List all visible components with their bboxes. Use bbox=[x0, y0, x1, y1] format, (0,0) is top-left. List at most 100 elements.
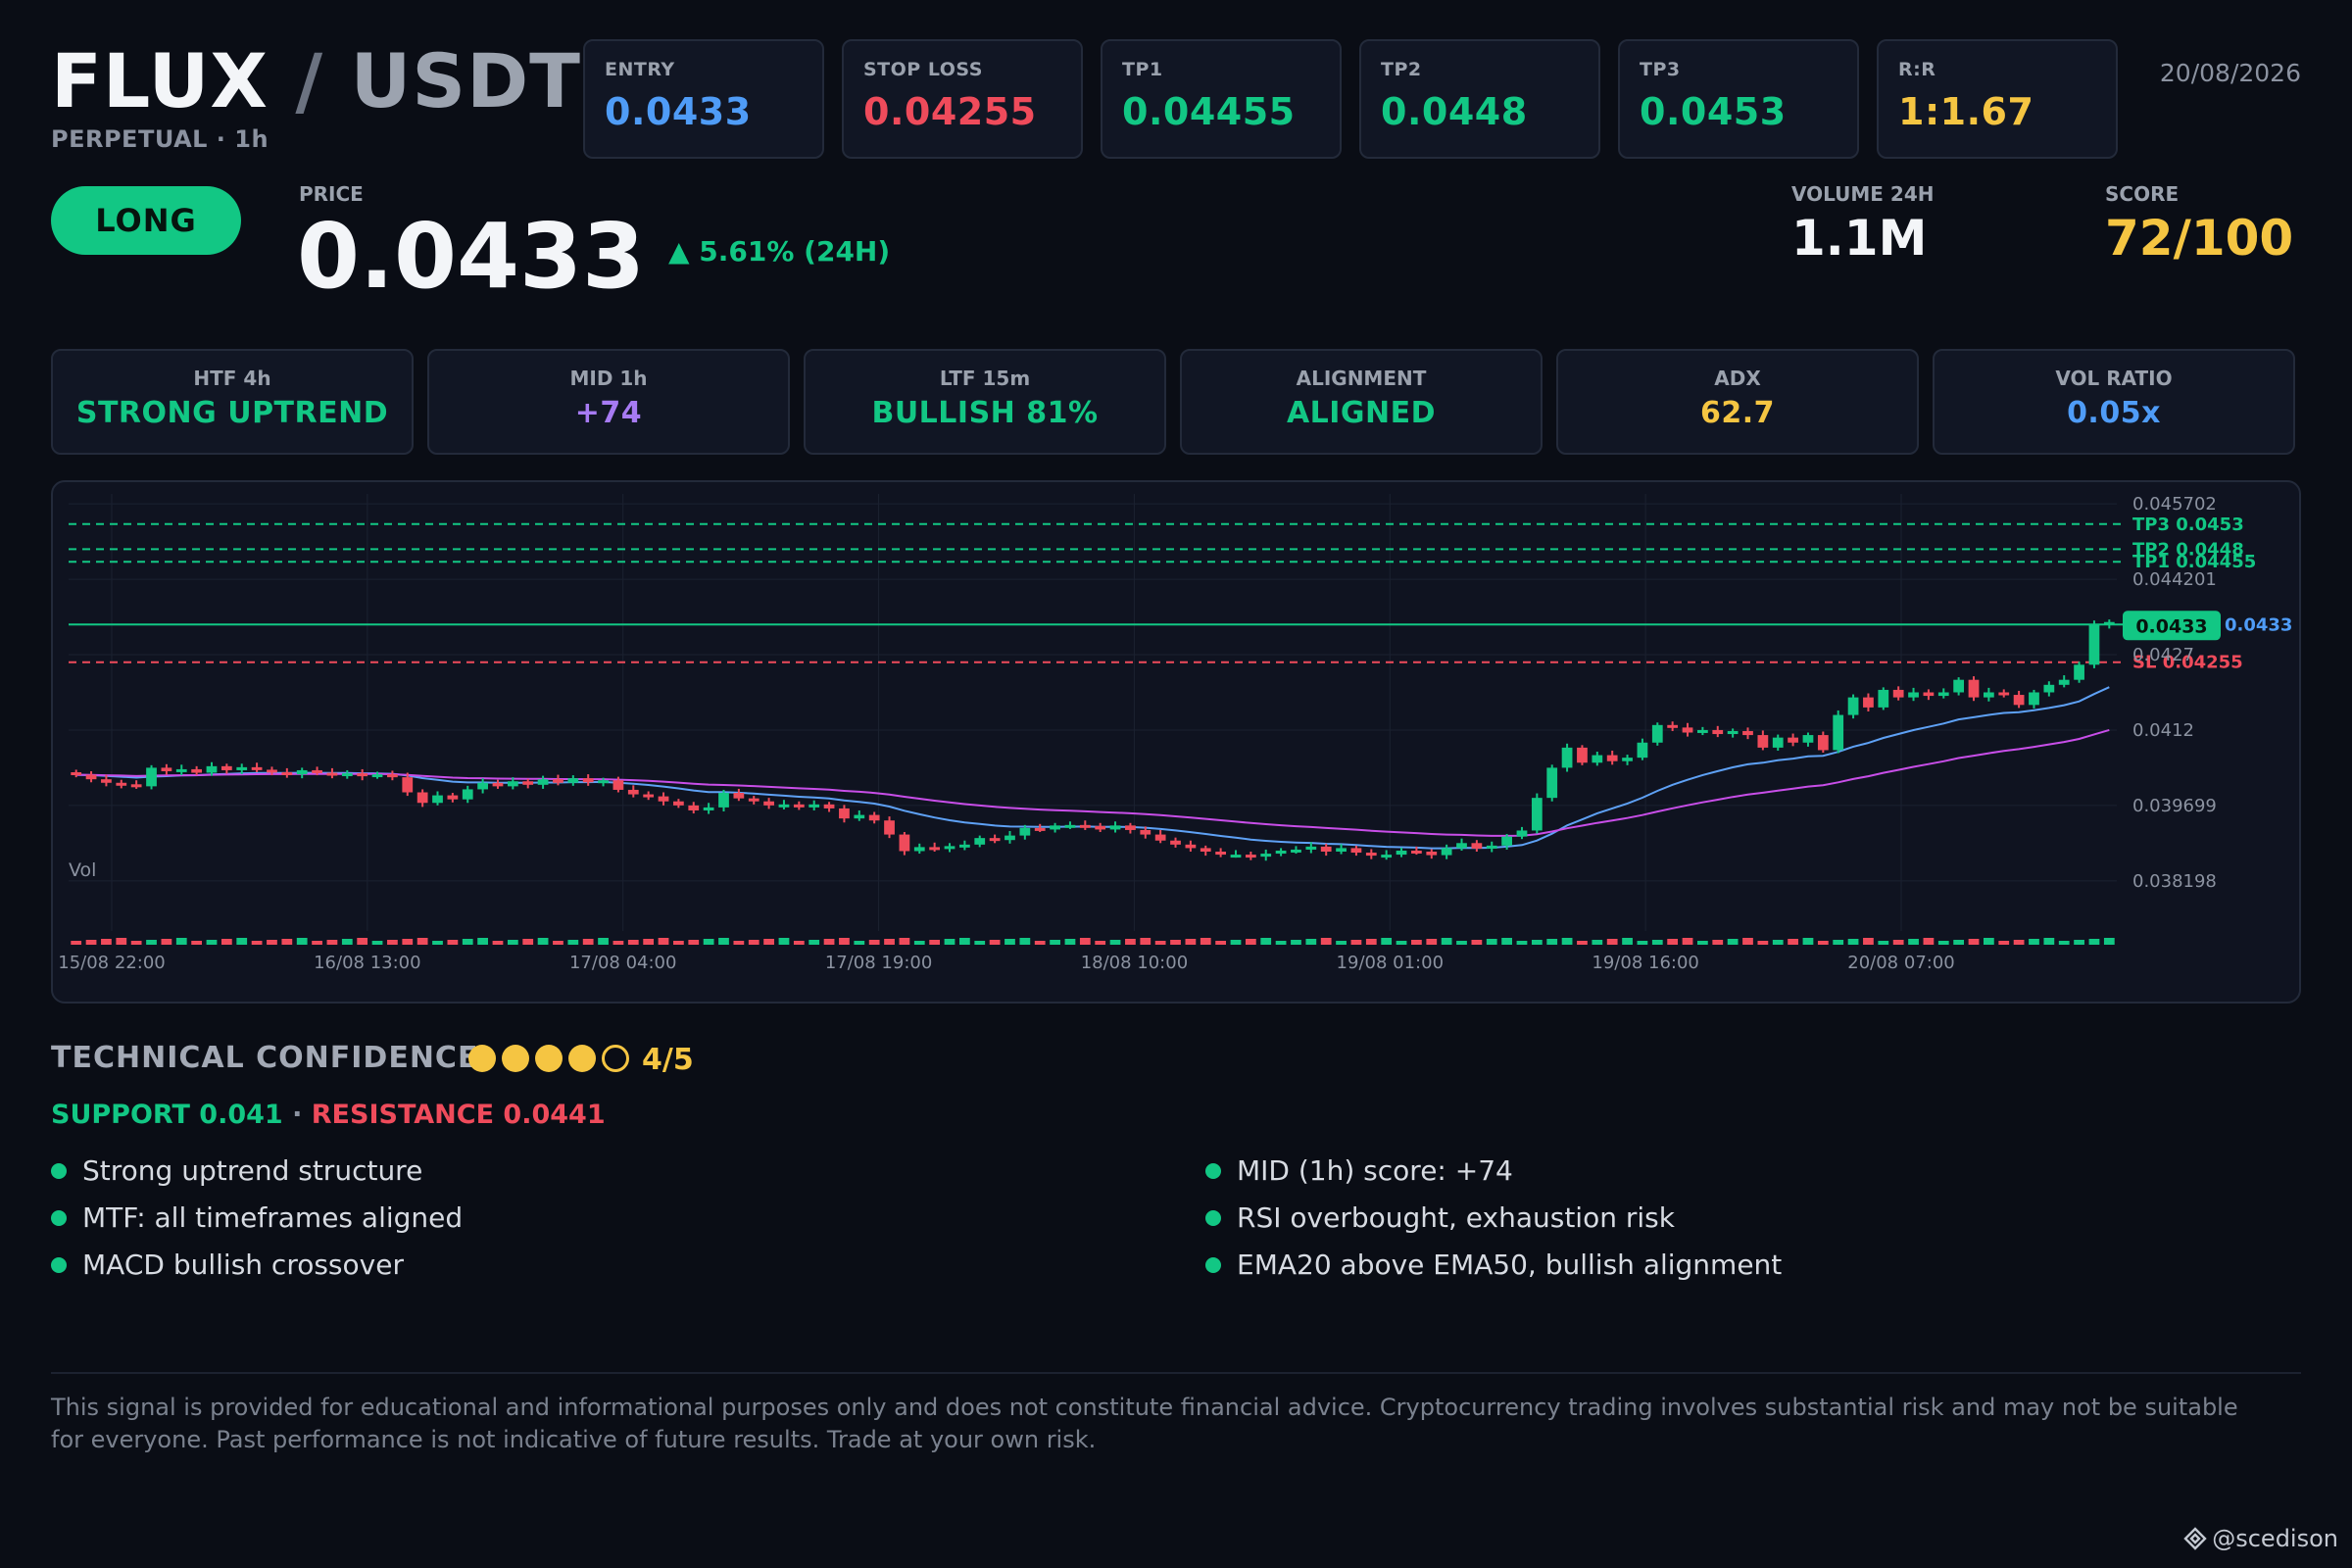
candle-body bbox=[161, 767, 172, 771]
candle-body bbox=[1531, 798, 1543, 831]
volume-bar bbox=[1817, 941, 1829, 945]
volume-bar bbox=[341, 939, 353, 945]
candle-body bbox=[1336, 848, 1347, 853]
volume-bar bbox=[1878, 941, 1889, 945]
candle-body bbox=[1788, 737, 1798, 743]
volume-bar bbox=[326, 940, 338, 945]
tp3-box: TP3 0.0453 bbox=[1618, 39, 1859, 159]
candle-body bbox=[2013, 695, 2025, 706]
candle-body bbox=[1772, 737, 1784, 748]
candle-body bbox=[101, 779, 112, 783]
candle-body bbox=[1350, 848, 1362, 854]
chart-level-lines: TP3 0.0453TP2 0.0448TP1 0.04455SL 0.0425… bbox=[69, 514, 2292, 673]
volume-bar bbox=[1019, 938, 1031, 945]
candle-body bbox=[1501, 836, 1512, 846]
volume-bar bbox=[1892, 940, 1904, 945]
candle-body bbox=[1577, 747, 1588, 763]
reason-text: Strong uptrend structure bbox=[82, 1154, 423, 1187]
y-tick-label: 0.0412 bbox=[2132, 720, 2194, 741]
price-chart[interactable]: TP3 0.0453TP2 0.0448TP1 0.04455SL 0.0425… bbox=[51, 480, 2301, 1004]
candle-body bbox=[220, 765, 232, 770]
candle-body bbox=[1365, 853, 1377, 857]
reason-text: MID (1h) score: +74 bbox=[1237, 1154, 1513, 1187]
candle-body bbox=[2074, 664, 2084, 680]
candle-body bbox=[1727, 730, 1739, 735]
tp1-label: TP1 bbox=[1122, 59, 1163, 80]
volume-bar bbox=[643, 939, 655, 945]
candle-body bbox=[1411, 850, 1422, 854]
candle-body bbox=[1200, 848, 1211, 853]
volume-bar bbox=[161, 939, 172, 945]
volume-bar bbox=[1109, 940, 1121, 945]
ltf-card: LTF 15m BULLISH 81% bbox=[804, 349, 1166, 455]
candle-body bbox=[643, 794, 655, 798]
candle-body bbox=[341, 773, 353, 777]
mid-value: +74 bbox=[574, 396, 643, 430]
candle-body bbox=[85, 774, 97, 780]
entry-label: ENTRY bbox=[605, 59, 675, 80]
price-label: PRICE bbox=[299, 182, 364, 206]
candle-body bbox=[507, 781, 518, 787]
confidence-dots bbox=[468, 1045, 629, 1072]
candle-body bbox=[116, 782, 127, 786]
volume-bar bbox=[1742, 938, 1753, 945]
candle-body bbox=[1004, 835, 1015, 841]
volume-bar bbox=[1095, 941, 1106, 945]
candle-body bbox=[1863, 697, 1874, 708]
price-change: ▲ 5.61% (24H) bbox=[668, 235, 891, 268]
volume-bar bbox=[598, 938, 609, 945]
volume-bar bbox=[1863, 938, 1874, 945]
candle-body bbox=[71, 772, 82, 776]
confidence-dot-empty-icon bbox=[602, 1045, 629, 1072]
candle-body bbox=[974, 838, 986, 845]
volume-bar bbox=[267, 940, 277, 945]
volume-bar bbox=[1260, 938, 1272, 945]
volume-bar bbox=[1170, 940, 1181, 945]
candle-body bbox=[236, 766, 248, 770]
candle-body bbox=[868, 814, 880, 821]
candle-body bbox=[477, 782, 488, 790]
candle-body bbox=[627, 789, 639, 795]
candle-body bbox=[913, 847, 925, 852]
volume-bar bbox=[85, 940, 97, 945]
candle-body bbox=[1953, 679, 1965, 693]
candle-body bbox=[251, 766, 263, 770]
volume-bar bbox=[1772, 940, 1784, 945]
volume-bar bbox=[688, 940, 700, 945]
volume-bar bbox=[130, 941, 142, 945]
candle-body bbox=[1245, 855, 1256, 858]
tp2-box: TP2 0.0448 bbox=[1359, 39, 1600, 159]
candle-body bbox=[1592, 755, 1603, 763]
candle-body bbox=[1833, 714, 1844, 751]
volume-bar bbox=[1140, 938, 1152, 945]
volume-label: VOLUME 24H bbox=[1791, 182, 1935, 206]
tp1-value: 0.04455 bbox=[1122, 90, 1296, 133]
candle-body bbox=[778, 804, 790, 808]
candle-body bbox=[522, 781, 534, 785]
y-tick-label: 0.045702 bbox=[2132, 494, 2217, 514]
x-tick-label: 19/08 01:00 bbox=[1337, 953, 1444, 973]
candle-body bbox=[1712, 729, 1724, 735]
volume-bar bbox=[1230, 940, 1242, 945]
htf-value: STRONG UPTREND bbox=[75, 396, 389, 430]
candle-body bbox=[402, 777, 414, 793]
volume-bar bbox=[1336, 941, 1347, 945]
volume-bar bbox=[1486, 939, 1497, 945]
confidence-score: 4/5 bbox=[642, 1043, 694, 1077]
candle-body bbox=[312, 769, 322, 773]
reason-item: EMA20 above EMA50, bullish alignment bbox=[1205, 1249, 1782, 1281]
confidence-dot-filled-icon bbox=[468, 1045, 496, 1072]
confidence-title: TECHNICAL CONFIDENCE bbox=[51, 1041, 479, 1075]
vol-ratio-card: VOL RATIO 0.05x bbox=[1933, 349, 2295, 455]
volume-bar bbox=[507, 940, 518, 945]
volume-bar bbox=[71, 941, 82, 945]
candle-body bbox=[432, 795, 443, 804]
candle-body bbox=[567, 778, 579, 783]
score-value: 72/100 bbox=[2105, 210, 2294, 267]
volume-bar bbox=[1516, 941, 1528, 945]
pair-quote: USDT bbox=[350, 37, 582, 124]
volume-bar bbox=[1200, 938, 1211, 945]
candle-body bbox=[884, 820, 895, 835]
confidence-dot-filled-icon bbox=[568, 1045, 596, 1072]
volume-bar bbox=[1998, 941, 2010, 945]
